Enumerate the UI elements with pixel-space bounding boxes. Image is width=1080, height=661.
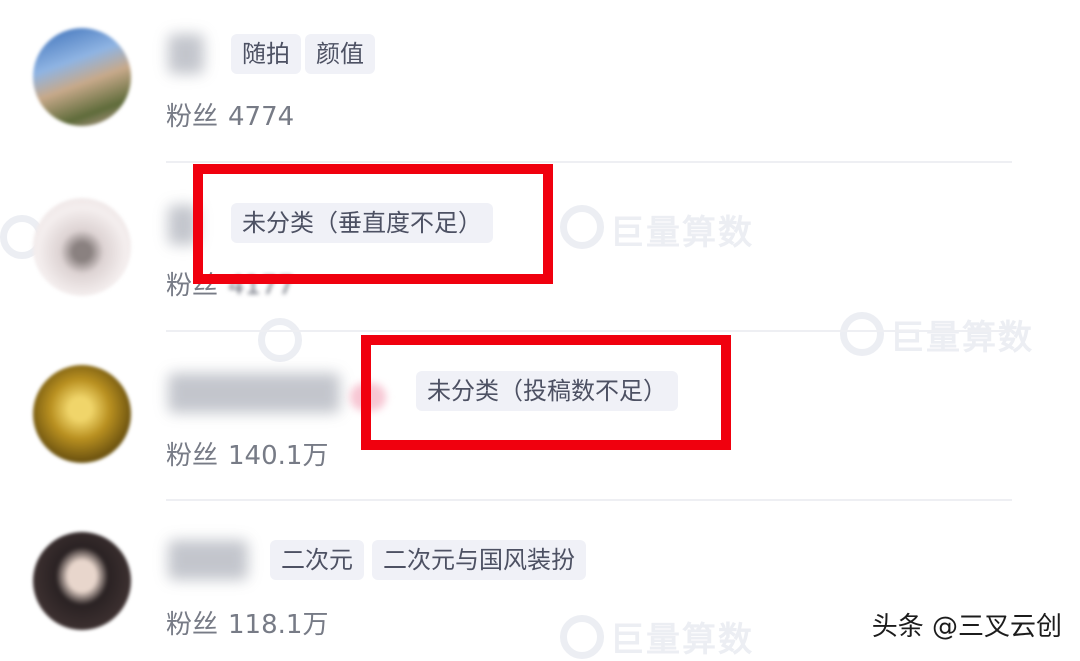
divider — [166, 161, 1012, 163]
fans-label: 粉丝 — [166, 610, 219, 640]
highlight-box — [361, 335, 731, 450]
creator-row[interactable]: 随拍 颜值 粉丝 4774 — [0, 0, 1080, 160]
fans-label: 粉丝 — [166, 441, 219, 471]
fans-count: 粉丝 118.1万 — [166, 604, 328, 641]
avatar[interactable] — [33, 28, 131, 126]
fans-label: 粉丝 — [166, 102, 219, 132]
source-credit: 头条 @三叉云创 — [871, 612, 1062, 642]
avatar[interactable] — [33, 198, 131, 296]
creator-name-blurred[interactable] — [168, 540, 248, 580]
divider — [166, 330, 1012, 332]
category-tag[interactable]: 随拍 — [231, 34, 301, 74]
avatar[interactable] — [33, 532, 131, 630]
creator-name-blurred[interactable] — [168, 34, 204, 74]
fans-count: 粉丝 4774 — [166, 96, 294, 133]
fans-count: 粉丝 140.1万 — [166, 435, 328, 472]
fans-value: 118.1万 — [228, 610, 329, 640]
category-tag[interactable]: 颜值 — [305, 34, 375, 74]
category-tag[interactable]: 二次元 — [270, 540, 364, 580]
highlight-box — [193, 164, 553, 284]
avatar[interactable] — [33, 365, 131, 463]
category-tag[interactable]: 二次元与国风装扮 — [372, 540, 586, 580]
fans-value: 140.1万 — [228, 441, 329, 471]
creator-name-blurred[interactable] — [168, 373, 340, 413]
divider — [166, 499, 1012, 501]
fans-value: 4774 — [228, 102, 295, 132]
